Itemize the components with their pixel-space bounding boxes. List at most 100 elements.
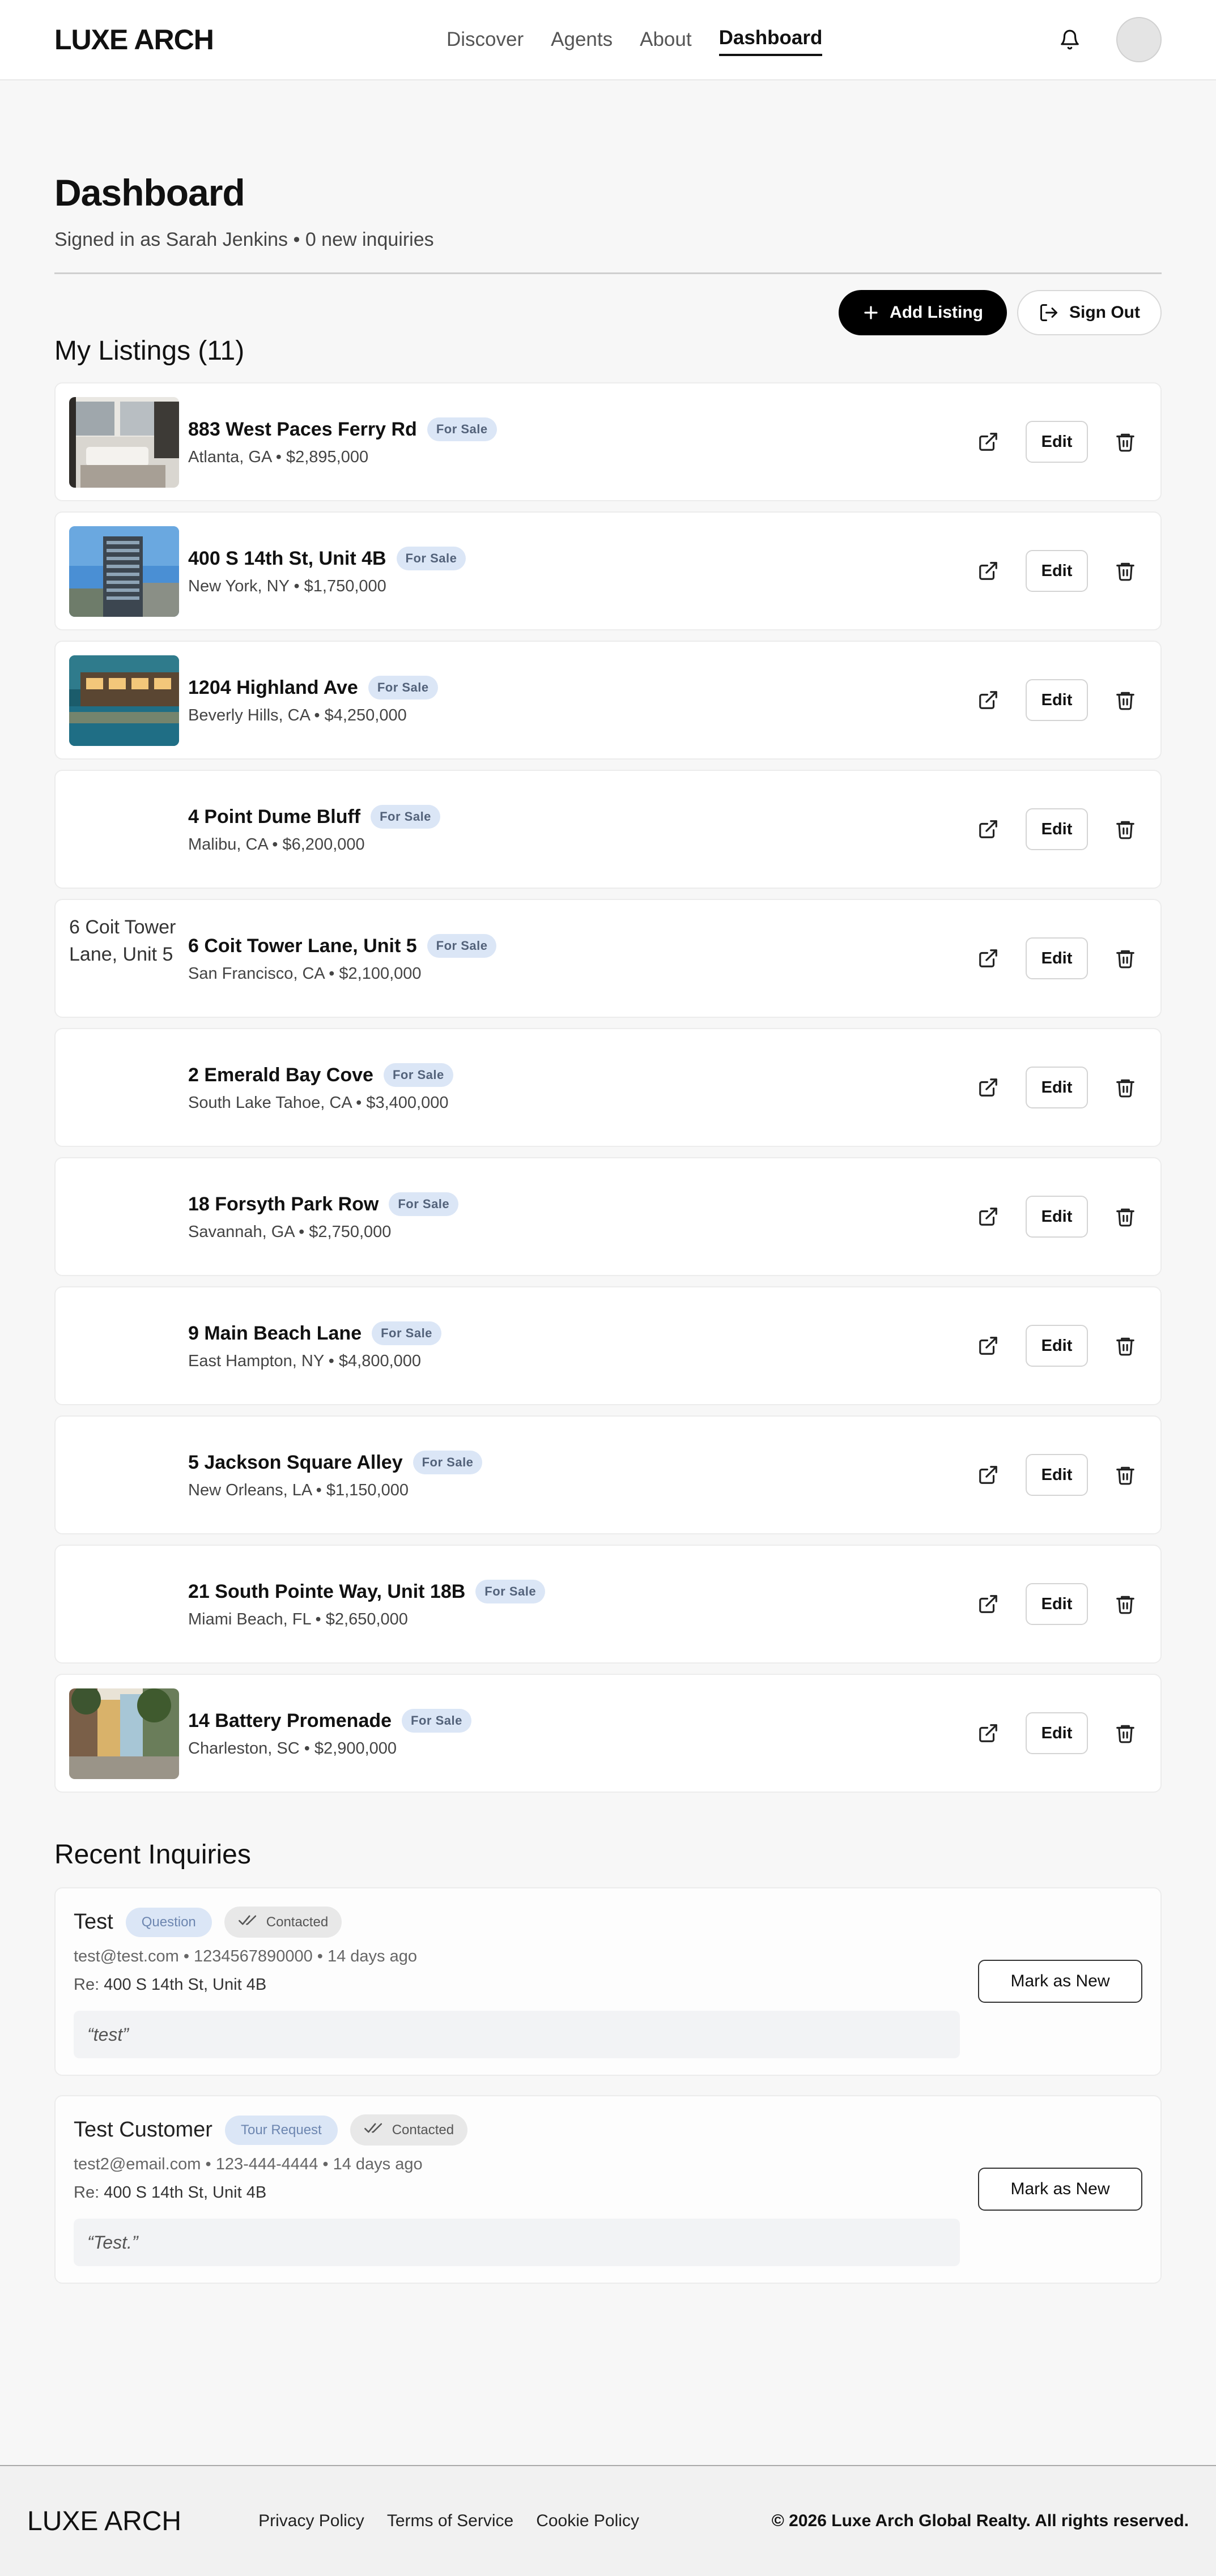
nav-about[interactable]: About: [640, 25, 691, 54]
inquiry-re-value[interactable]: 400 S 14th St, Unit 4B: [104, 2183, 266, 2202]
listing-title[interactable]: 2 Emerald Bay Cove: [188, 1064, 373, 1086]
notification-bell-icon[interactable]: [1057, 27, 1082, 52]
open-external-icon[interactable]: [976, 558, 1001, 583]
open-external-icon[interactable]: [976, 1333, 1001, 1358]
add-listing-button[interactable]: Add Listing: [839, 290, 1007, 335]
edit-button[interactable]: Edit: [1026, 1454, 1088, 1496]
listing-row: 4 Point Dume Bluff For Sale Malibu, CA •…: [54, 770, 1162, 889]
open-external-icon[interactable]: [976, 1075, 1001, 1100]
edit-button[interactable]: Edit: [1026, 679, 1088, 721]
footer-link-privacy[interactable]: Privacy Policy: [258, 2511, 364, 2531]
contacted-label: Contacted: [392, 2122, 454, 2138]
user-avatar[interactable]: [1116, 17, 1162, 62]
edit-button[interactable]: Edit: [1026, 1196, 1088, 1238]
open-external-icon[interactable]: [976, 1592, 1001, 1617]
open-external-icon[interactable]: [976, 1462, 1001, 1487]
sign-out-icon: [1040, 304, 1058, 321]
brand-logo[interactable]: LUXE ARCH: [54, 23, 214, 56]
nav-agents[interactable]: Agents: [551, 25, 613, 54]
trash-icon[interactable]: [1113, 1204, 1138, 1229]
edit-button[interactable]: Edit: [1026, 1583, 1088, 1625]
edit-button[interactable]: Edit: [1026, 1067, 1088, 1108]
contacted-label: Contacted: [266, 1914, 329, 1930]
listing-thumbnail[interactable]: [69, 526, 179, 617]
listing-thumbnail-broken[interactable]: 6 Coit Tower Lane, Unit 5: [69, 914, 179, 1004]
listings-list: 883 West Paces Ferry Rd For Sale Atlanta…: [54, 382, 1162, 1793]
inquiry-header: Test Customer Tour Request Contacted: [74, 2114, 468, 2146]
listing-title[interactable]: 5 Jackson Square Alley: [188, 1452, 403, 1474]
edit-button[interactable]: Edit: [1026, 808, 1088, 850]
listing-thumbnail[interactable]: [69, 655, 179, 746]
open-external-icon[interactable]: [976, 688, 1001, 713]
inquiry-re-value[interactable]: 400 S 14th St, Unit 4B: [104, 1976, 266, 1994]
inquiry-name: Test Customer: [74, 2118, 212, 2142]
open-external-icon[interactable]: [976, 429, 1001, 454]
footer-link-cookies[interactable]: Cookie Policy: [536, 2511, 639, 2531]
footer-copyright: © 2026 Luxe Arch Global Realty. All righ…: [771, 2511, 1189, 2530]
open-external-icon[interactable]: [976, 817, 1001, 842]
edit-button[interactable]: Edit: [1026, 421, 1088, 463]
status-badge: For Sale: [383, 1063, 453, 1087]
status-badge: For Sale: [402, 1709, 471, 1733]
listing-title-row: 5 Jackson Square Alley For Sale: [188, 1451, 483, 1474]
page-title: Dashboard: [54, 172, 245, 214]
listing-actions: Edit: [976, 900, 1138, 1017]
listing-thumbnail[interactable]: [69, 1688, 179, 1779]
listing-title-row: 883 West Paces Ferry Rd For Sale: [188, 417, 497, 441]
open-external-icon[interactable]: [976, 1204, 1001, 1229]
inquiry-type-badge: Tour Request: [224, 2115, 338, 2145]
trash-icon[interactable]: [1113, 1333, 1138, 1358]
trash-icon[interactable]: [1113, 946, 1138, 971]
open-external-icon[interactable]: [976, 1721, 1001, 1746]
nav-discover[interactable]: Discover: [447, 25, 524, 54]
edit-button[interactable]: Edit: [1026, 1712, 1088, 1754]
listing-thumbnail[interactable]: [69, 397, 179, 488]
listing-title[interactable]: 21 South Pointe Way, Unit 18B: [188, 1581, 465, 1603]
listing-info: 14 Battery Promenade For Sale Charleston…: [188, 1709, 471, 1758]
footer-link-terms[interactable]: Terms of Service: [387, 2511, 513, 2531]
sign-out-label: Sign Out: [1069, 303, 1140, 322]
trash-icon[interactable]: [1113, 1075, 1138, 1100]
sign-out-button[interactable]: Sign Out: [1017, 290, 1162, 335]
trash-icon[interactable]: [1113, 1721, 1138, 1746]
open-external-icon[interactable]: [976, 946, 1001, 971]
listing-location-price: Atlanta, GA • $2,895,000: [188, 448, 369, 466]
listing-title[interactable]: 1204 Highland Ave: [188, 677, 358, 699]
listings-section-title: My Listings (11): [54, 336, 245, 366]
edit-button[interactable]: Edit: [1026, 937, 1088, 979]
site-footer: LUXE ARCH Privacy Policy Terms of Servic…: [0, 2465, 1216, 2576]
status-badge: For Sale: [427, 417, 497, 441]
trash-icon[interactable]: [1113, 1462, 1138, 1487]
listing-actions: Edit: [976, 1158, 1138, 1275]
listing-title[interactable]: 18 Forsyth Park Row: [188, 1193, 379, 1216]
listing-actions: Edit: [976, 1287, 1138, 1404]
listing-title[interactable]: 6 Coit Tower Lane, Unit 5: [188, 935, 417, 957]
listing-row: 5 Jackson Square Alley For Sale New Orle…: [54, 1415, 1162, 1534]
listing-location-price: Miami Beach, FL • $2,650,000: [188, 1610, 408, 1628]
page-subtitle: Signed in as Sarah Jenkins • 0 new inqui…: [54, 229, 434, 250]
dashboard-actions: Add Listing Sign Out: [839, 290, 1162, 335]
trash-icon[interactable]: [1113, 817, 1138, 842]
nav-dashboard[interactable]: Dashboard: [718, 23, 823, 56]
inquiry-re-label: Re:: [74, 1976, 100, 1994]
trash-icon[interactable]: [1113, 429, 1138, 454]
listing-title[interactable]: 9 Main Beach Lane: [188, 1323, 362, 1345]
trash-icon[interactable]: [1113, 688, 1138, 713]
listing-row: 21 South Pointe Way, Unit 18B For Sale M…: [54, 1545, 1162, 1664]
trash-icon[interactable]: [1113, 1592, 1138, 1617]
listing-title[interactable]: 400 S 14th St, Unit 4B: [188, 548, 386, 570]
contacted-badge: Contacted: [224, 1907, 342, 1938]
edit-button[interactable]: Edit: [1026, 550, 1088, 592]
listing-title[interactable]: 14 Battery Promenade: [188, 1710, 392, 1732]
listing-actions: Edit: [976, 1417, 1138, 1533]
listing-info: 18 Forsyth Park Row For Sale Savannah, G…: [188, 1192, 459, 1242]
mark-as-new-button[interactable]: Mark as New: [978, 2168, 1142, 2211]
trash-icon[interactable]: [1113, 558, 1138, 583]
listing-actions: Edit: [976, 1675, 1138, 1792]
listing-title-row: 4 Point Dume Bluff For Sale: [188, 805, 440, 829]
listing-title[interactable]: 883 West Paces Ferry Rd: [188, 419, 417, 441]
mark-as-new-button[interactable]: Mark as New: [978, 1960, 1142, 2003]
listing-title[interactable]: 4 Point Dume Bluff: [188, 806, 360, 828]
edit-button[interactable]: Edit: [1026, 1325, 1088, 1367]
footer-brand[interactable]: LUXE ARCH: [27, 2506, 181, 2537]
